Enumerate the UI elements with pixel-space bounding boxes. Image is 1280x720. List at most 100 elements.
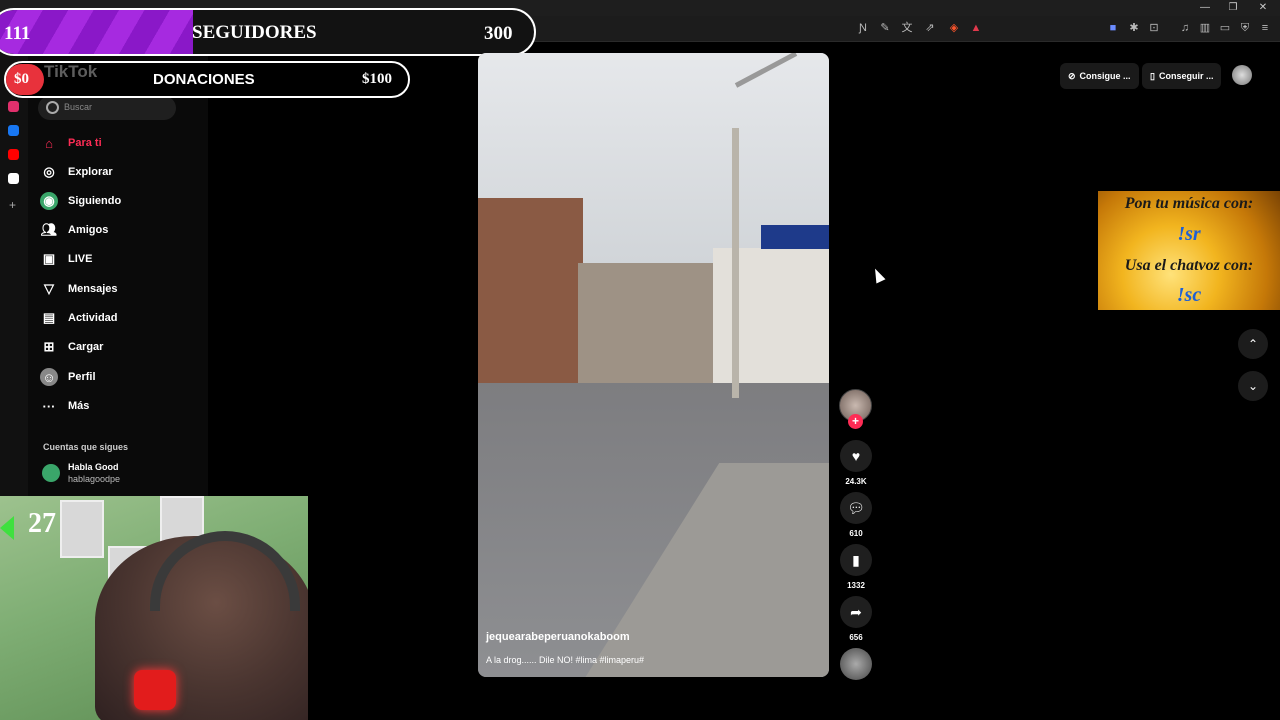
facebook-icon[interactable] <box>8 125 19 136</box>
get-app-label: Conseguir ... <box>1158 71 1214 81</box>
activity-icon: ▤ <box>42 310 56 325</box>
instagram-icon[interactable] <box>8 101 19 112</box>
wall-poster <box>60 500 104 558</box>
video-player[interactable]: jequearabeperuanokaboom A la drog...... … <box>478 53 829 677</box>
nav-label: Siguiendo <box>68 195 122 207</box>
overlay-line: Usa el chatvoz con: <box>1124 257 1254 274</box>
rewards-icon[interactable]: ▲ <box>969 21 983 35</box>
nav-item-perfil[interactable]: ☺ Perfil <box>40 365 96 389</box>
share-arrow-icon: ➦ <box>850 603 862 620</box>
share-button[interactable]: ➦ <box>840 596 872 628</box>
following-account-handle: hablagoodpe <box>68 474 121 484</box>
nav-label: LIVE <box>68 253 93 265</box>
comment-button[interactable]: 💬︎ <box>840 492 872 524</box>
video-username[interactable]: jequearabeperuanokaboom <box>486 631 630 643</box>
music-disc-icon[interactable] <box>840 648 872 680</box>
following-icon: ◉ <box>40 192 58 210</box>
edit-icon[interactable]: ✎ <box>878 21 892 35</box>
avatar[interactable] <box>42 464 60 482</box>
extension-icon[interactable]: ■ <box>1106 21 1120 35</box>
following-account-name[interactable]: Habla Good <box>68 462 119 472</box>
upload-icon: ⊞ <box>43 339 55 354</box>
followers-current: 111 <box>4 23 31 44</box>
sidebar-toggle-icon[interactable]: ▥ <box>1198 21 1212 35</box>
mouse-cursor-icon <box>870 266 886 284</box>
nav-label: Cargar <box>68 341 104 353</box>
share-count: 656 <box>849 633 863 642</box>
reader-icon[interactable]: Ɲ <box>856 21 870 35</box>
following-heading: Cuentas que sigues <box>43 442 129 452</box>
video-lamp-pole <box>732 128 739 398</box>
nav-label: Explorar <box>68 166 113 178</box>
video-building <box>578 263 718 393</box>
video-building <box>478 198 583 398</box>
youtube-icon[interactable] <box>8 149 19 160</box>
music-chat-overlay: Pon tu música con: !sr Usa el chatvoz co… <box>1098 191 1280 310</box>
heart-icon: ♥ <box>851 448 861 464</box>
chevron-down-icon: ⌄ <box>1247 379 1259 393</box>
overlay-command: !sc <box>1176 284 1202 306</box>
donations-goal: $100 <box>362 71 392 87</box>
nav-item-siguiendo[interactable]: ◉ Siguiendo <box>40 189 121 213</box>
follow-plus-icon[interactable]: + <box>848 414 863 429</box>
vpn-icon[interactable]: ⛨ <box>1238 21 1252 35</box>
save-count: 1332 <box>847 581 865 590</box>
bookmark-icon: ▮ <box>852 551 860 568</box>
search-icon <box>46 101 59 114</box>
video-building <box>713 248 829 393</box>
followers-goal: 300 <box>484 23 513 44</box>
donations-label: DONACIONES <box>153 71 255 88</box>
like-count: 24.3K <box>845 477 867 486</box>
minimize-icon[interactable]: — <box>1196 1 1214 15</box>
get-coins-button[interactable]: ⊘ Consigue ... <box>1060 63 1139 89</box>
red-light <box>134 670 176 710</box>
nav-item-live[interactable]: ▣ LIVE <box>40 247 93 271</box>
phone-icon: ▯ <box>1150 70 1155 81</box>
nav-label: Perfil <box>68 371 96 383</box>
video-billboard <box>761 225 829 249</box>
overlay-line: Pon tu música con: <box>1124 195 1254 212</box>
donations-current: $0 <box>14 71 29 87</box>
wallet-icon[interactable]: ▭ <box>1218 21 1232 35</box>
video-description: A la drog...... Dile NO! #lima #limaperu… <box>486 655 645 665</box>
menu-icon[interactable]: ≡ <box>1258 21 1272 35</box>
save-button[interactable]: ▮ <box>840 544 872 576</box>
more-icon: ··· <box>42 398 56 414</box>
followers-label: SEGUIDORES <box>192 22 317 43</box>
compass-icon: ◎ <box>43 164 55 179</box>
comment-count: 610 <box>849 529 863 538</box>
arrow-icon <box>0 516 14 540</box>
nav-item-mensajes[interactable]: ▽ Mensajes <box>40 277 118 301</box>
puzzle-icon[interactable]: ✱ <box>1127 21 1141 35</box>
avatar[interactable] <box>1232 65 1252 85</box>
nav-item-amigos[interactable]: 👥︎ Amigos <box>40 218 109 242</box>
media-icon[interactable]: ♫ <box>1178 21 1192 35</box>
share-icon[interactable]: ⇗ <box>923 21 937 35</box>
like-button[interactable]: ♥ <box>840 440 872 472</box>
nav-label: Más <box>68 400 90 412</box>
next-video-button[interactable]: ⌄ <box>1238 371 1268 401</box>
chevron-up-icon: ⌃ <box>1247 337 1259 351</box>
brave-shield-icon[interactable]: ◈ <box>947 21 961 35</box>
friends-icon: 👥︎ <box>40 222 58 237</box>
previous-video-button[interactable]: ⌃ <box>1238 329 1268 359</box>
nav-item-para-ti[interactable]: ⌂ Para ti <box>40 131 102 155</box>
close-icon[interactable]: ✕ <box>1254 1 1272 15</box>
profile-icon: ☺ <box>40 368 58 386</box>
get-app-button[interactable]: ▯ Conseguir ... <box>1142 63 1222 89</box>
nav-item-explorar[interactable]: ◎ Explorar <box>40 160 113 184</box>
followers-goal-overlay: 111 SEGUIDORES 300 <box>0 8 536 56</box>
nav-item-cargar[interactable]: ⊞ Cargar <box>40 335 104 359</box>
webcam-counter: 27 <box>28 508 56 539</box>
tiktok-icon[interactable] <box>8 173 19 184</box>
get-coins-label: Consigue ... <box>1079 71 1131 81</box>
comment-icon: 💬︎ <box>847 499 865 516</box>
nav-item-actividad[interactable]: ▤ Actividad <box>40 306 118 330</box>
maximize-icon[interactable]: ❐ <box>1224 1 1242 15</box>
translate-icon[interactable]: 文 <box>900 21 914 35</box>
add-icon[interactable]: + <box>9 198 16 212</box>
tiktok-logo: TikTok <box>44 62 98 81</box>
home-icon: ⌂ <box>45 135 53 151</box>
nav-item-mas[interactable]: ··· Más <box>40 394 90 418</box>
screenshot-icon[interactable]: ⊡ <box>1147 21 1161 35</box>
